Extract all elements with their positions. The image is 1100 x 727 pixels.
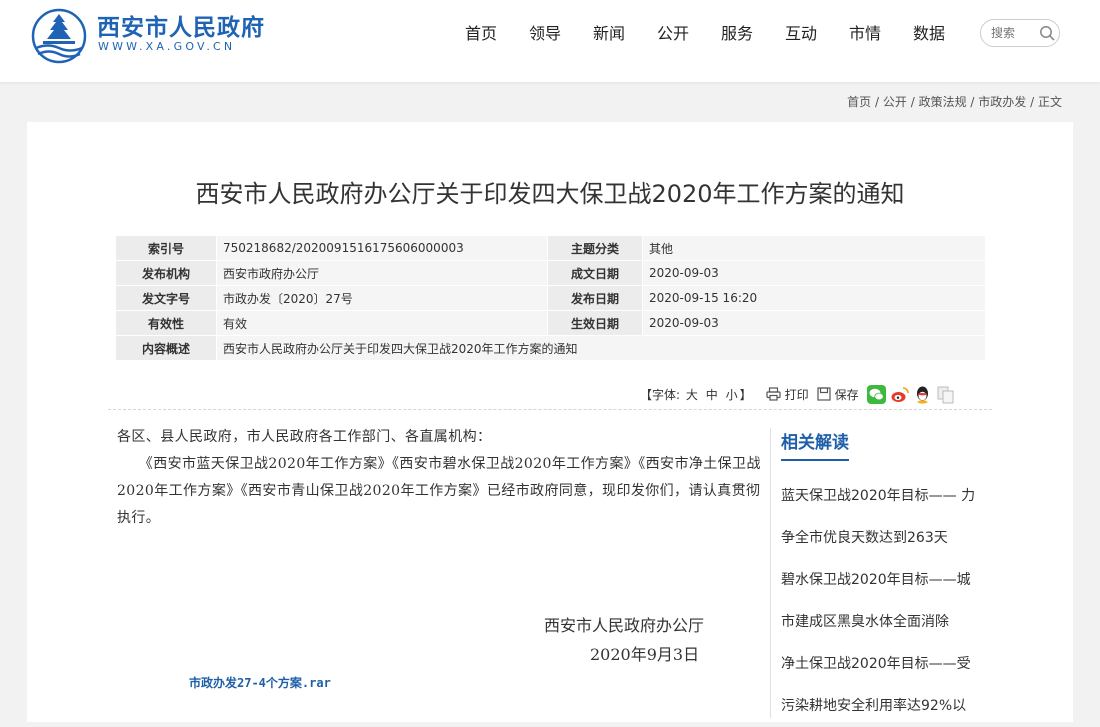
- nav-home[interactable]: 首页: [449, 22, 513, 48]
- publisher-value: 西安市政府办公厅: [216, 260, 548, 286]
- index-no-value: 750218682/2020091516175606000003: [216, 235, 548, 261]
- topic-value: 其他: [642, 235, 986, 261]
- font-medium-button[interactable]: 中: [706, 388, 718, 402]
- breadcrumb-separator: /: [910, 95, 919, 109]
- article-salutation: 各区、县人民政府，市人民政府各工作部门、各直属机构：: [117, 429, 492, 445]
- sign-date: 2020年9月3日: [590, 645, 700, 664]
- article-paragraph: 《西安市蓝天保卫战2020年工作方案》《西安市碧水保卫战2020年工作方案》《西…: [117, 456, 761, 526]
- search-box: [980, 19, 1060, 47]
- main-nav: 首页 领导 新闻 公开 服务 互动 市情 数据: [449, 22, 961, 48]
- breadcrumb-home[interactable]: 首页: [847, 95, 871, 109]
- save-label: 保存: [834, 387, 859, 402]
- related-list: 蓝天保卫战2020年目标—— 力 争全市优良天数达到263天 碧水保卫战2020…: [781, 475, 986, 727]
- site-url: WWW.XA.GOV.CN: [98, 40, 236, 53]
- article-body: 各区、县人民政府，市人民政府各工作部门、各直属机构： 《西安市蓝天保卫战2020…: [117, 424, 767, 532]
- nav-data[interactable]: 数据: [897, 22, 961, 48]
- table-row: 发文字号 市政办发〔2020〕27号 发布日期 2020-09-15 16:20: [115, 285, 986, 311]
- city-emblem-icon[interactable]: [28, 8, 90, 64]
- related-item[interactable]: 争全市优良天数达到263天: [781, 517, 986, 559]
- related-item[interactable]: 蓝天保卫战2020年目标—— 力: [781, 475, 986, 517]
- sidebar-divider: [770, 428, 771, 718]
- divider: [108, 409, 992, 410]
- save-button[interactable]: 保存: [817, 386, 859, 403]
- summary-label: 内容概述: [115, 335, 217, 361]
- publish-date-label: 发布日期: [547, 285, 643, 311]
- summary-value: 西安市人民政府办公厅关于印发四大保卫战2020年工作方案的通知: [216, 335, 986, 361]
- nav-city-info[interactable]: 市情: [833, 22, 897, 48]
- effective-date-label: 生效日期: [547, 310, 643, 336]
- related-item[interactable]: 污染耕地安全利用率达92%以: [781, 685, 986, 727]
- breadcrumb-policy[interactable]: 政策法规: [919, 95, 967, 109]
- validity-value: 有效: [216, 310, 548, 336]
- publish-date-value: 2020-09-15 16:20: [642, 285, 986, 311]
- document-info-table: 索引号 750218682/2020091516175606000003 主题分…: [115, 235, 986, 361]
- index-no-label: 索引号: [115, 235, 217, 261]
- save-icon: [817, 387, 831, 401]
- table-row: 内容概述 西安市人民政府办公厅关于印发四大保卫战2020年工作方案的通知: [115, 335, 986, 361]
- font-size-control: 【字体: 大 中 小】: [640, 386, 752, 403]
- font-large-button[interactable]: 大: [686, 388, 698, 402]
- wechat-bubble-icon: [869, 388, 884, 400]
- table-row: 有效性 有效 生效日期 2020-09-03: [115, 310, 986, 336]
- site-header: 西安市人民政府 WWW.XA.GOV.CN 首页 领导 新闻 公开 服务 互动 …: [0, 0, 1100, 82]
- breadcrumb-doc-category[interactable]: 市政办发: [978, 95, 1026, 109]
- copy-link-icon[interactable]: [935, 384, 955, 404]
- related-title: 相关解读: [781, 428, 849, 461]
- article-title: 西安市人民政府办公厅关于印发四大保卫战2020年工作方案的通知: [195, 180, 905, 208]
- font-size-suffix: 】: [739, 387, 752, 402]
- breadcrumb-separator: /: [1030, 95, 1038, 109]
- nav-leaders[interactable]: 领导: [513, 22, 577, 48]
- weibo-logo-icon: [891, 386, 909, 402]
- table-row: 发布机构 西安市政府办公厅 成文日期 2020-09-03: [115, 260, 986, 286]
- doc-no-value: 市政办发〔2020〕27号: [216, 285, 548, 311]
- signature: 西安市人民政府办公厅: [544, 616, 705, 635]
- nav-news[interactable]: 新闻: [577, 22, 641, 48]
- search-input[interactable]: [991, 23, 1037, 43]
- search-icon[interactable]: [1039, 25, 1055, 41]
- nav-interaction[interactable]: 互动: [769, 22, 833, 48]
- effective-date-value: 2020-09-03: [642, 310, 986, 336]
- topic-label: 主题分类: [547, 235, 643, 261]
- printer-icon: [765, 387, 781, 401]
- breadcrumb-separator: /: [875, 95, 883, 109]
- table-row: 索引号 750218682/2020091516175606000003 主题分…: [115, 235, 986, 261]
- print-button[interactable]: 打印: [765, 386, 809, 403]
- qq-share-icon[interactable]: [912, 384, 932, 404]
- print-label: 打印: [784, 387, 809, 402]
- font-small-button[interactable]: 小: [726, 388, 738, 402]
- written-date-label: 成文日期: [547, 260, 643, 286]
- article-toolbar: 【字体: 大 中 小】 打印 保存: [640, 383, 959, 405]
- doc-no-label: 发文字号: [115, 285, 217, 311]
- breadcrumb: 首页 / 公开 / 政策法规 / 市政办发 / 正文: [847, 93, 1062, 110]
- related-item[interactable]: 碧水保卫战2020年目标——城: [781, 559, 986, 601]
- site-name[interactable]: 西安市人民政府: [97, 8, 265, 42]
- validity-label: 有效性: [115, 310, 217, 336]
- attachment-link[interactable]: 市政办发27-4个方案.rar: [189, 674, 331, 691]
- breadcrumb-current: 正文: [1037, 95, 1062, 109]
- font-size-prefix: 【字体:: [640, 387, 681, 402]
- qq-penguin-icon: [916, 386, 928, 404]
- written-date-value: 2020-09-03: [642, 260, 986, 286]
- publisher-label: 发布机构: [115, 260, 217, 286]
- weibo-share-icon[interactable]: [889, 384, 909, 404]
- wechat-share-icon[interactable]: [866, 384, 886, 404]
- nav-public[interactable]: 公开: [641, 22, 705, 48]
- copy-pages-icon: [937, 386, 954, 403]
- related-item[interactable]: 市建成区黑臭水体全面消除: [781, 601, 986, 643]
- related-item[interactable]: 净土保卫战2020年目标——受: [781, 643, 986, 685]
- nav-services[interactable]: 服务: [705, 22, 769, 48]
- breadcrumb-public[interactable]: 公开: [883, 95, 907, 109]
